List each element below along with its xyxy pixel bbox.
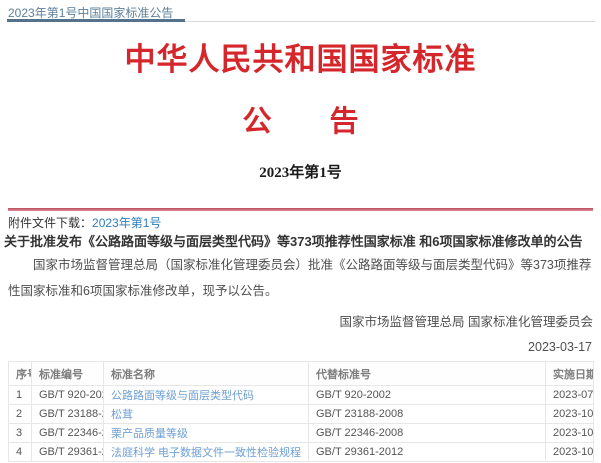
cell-replaced-code: GB/T 29361-2012 [308, 442, 546, 462]
header-index: 序号 [8, 361, 32, 386]
announcement-body: 国家市场监督管理总局（国家标准化管理委员会）批准《公路路面等级与面层类型代码》等… [8, 258, 592, 298]
cell-standard-code: GB/T 29361-2023 [31, 442, 104, 462]
cell-index: 3 [8, 423, 32, 443]
attachment-download-link[interactable]: 2023年第1号 [92, 216, 161, 230]
cell-effective-date: 2023-10-01 [545, 404, 594, 424]
announcement-signature: 国家市场监督管理总局 国家标准化管理委员会 [339, 315, 593, 329]
document-title: 中华人民共和国国家标准 [124, 42, 477, 77]
cell-standard-name: 法庭科学 电子数据文件一致性检验规程 [103, 442, 309, 462]
cell-standard-code: GB/T 23188-2023 [31, 404, 104, 424]
standard-name-link[interactable]: 公路路面等级与面层类型代码 [111, 390, 254, 402]
table-row: 1 GB/T 920-2023 公路路面等级与面层类型代码 GB/T 920-2… [8, 385, 594, 405]
cell-replaced-code: GB/T 22346-2008 [308, 423, 546, 443]
header-replaced-code: 代替标准号 [308, 361, 546, 386]
attachment-label: 附件文件下载： [8, 216, 93, 230]
standards-table: 序号 标准编号 标准名称 代替标准号 实施日期 1 GB/T 920-2023 … [8, 361, 594, 462]
document-subtitle: 公 告 [242, 106, 359, 138]
top-tab-bar: 2023年第1号中国国家标准公告 [0, 0, 601, 22]
document-issue-number: 2023年第1号 [259, 165, 342, 181]
cell-standard-name: 公路路面等级与面层类型代码 [103, 385, 309, 405]
tab-active-indicator [7, 19, 185, 22]
header-standard-name: 标准名称 [103, 361, 309, 386]
cell-standard-code: GB/T 22346-2023 [31, 423, 104, 443]
cell-effective-date: 2023-10-01 [545, 423, 594, 443]
header-standard-code: 标准编号 [31, 361, 104, 386]
attachment-row: 附件文件下载：2023年第1号 [8, 214, 161, 231]
cell-replaced-code: GB/T 23188-2008 [308, 404, 546, 424]
cell-standard-name: 栗产品质量等级 [103, 423, 309, 443]
table-header-row: 序号 标准编号 标准名称 代替标准号 实施日期 [8, 361, 594, 386]
cell-index: 4 [8, 442, 32, 462]
cell-effective-date: 2023-07-01 [545, 385, 594, 405]
table-row: 3 GB/T 22346-2023 栗产品质量等级 GB/T 22346-200… [8, 423, 594, 443]
standard-name-link[interactable]: 松茸 [111, 409, 133, 421]
cell-standard-name: 松茸 [103, 404, 309, 424]
cell-replaced-code: GB/T 920-2002 [308, 385, 546, 405]
cell-standard-code: GB/T 920-2023 [31, 385, 104, 405]
standard-name-link[interactable]: 法庭科学 电子数据文件一致性检验规程 [111, 447, 301, 459]
cell-index: 2 [8, 404, 32, 424]
table-row: 4 GB/T 29361-2023 法庭科学 电子数据文件一致性检验规程 GB/… [8, 442, 594, 462]
cell-index: 1 [8, 385, 32, 405]
standard-name-link[interactable]: 栗产品质量等级 [111, 428, 188, 440]
cell-effective-date: 2023-10-01 [545, 442, 594, 462]
announcement-date: 2023-03-17 [528, 340, 592, 354]
announcement-title: 关于批准发布《公路路面等级与面层类型代码》等373项推荐性国家标准 和6项国家标… [4, 234, 583, 249]
table-row: 2 GB/T 23188-2023 松茸 GB/T 23188-2008 202… [8, 404, 594, 424]
standards-table-body: 1 GB/T 920-2023 公路路面等级与面层类型代码 GB/T 920-2… [8, 385, 594, 462]
header-effective-date: 实施日期 [545, 361, 594, 386]
red-divider-line [8, 208, 593, 211]
